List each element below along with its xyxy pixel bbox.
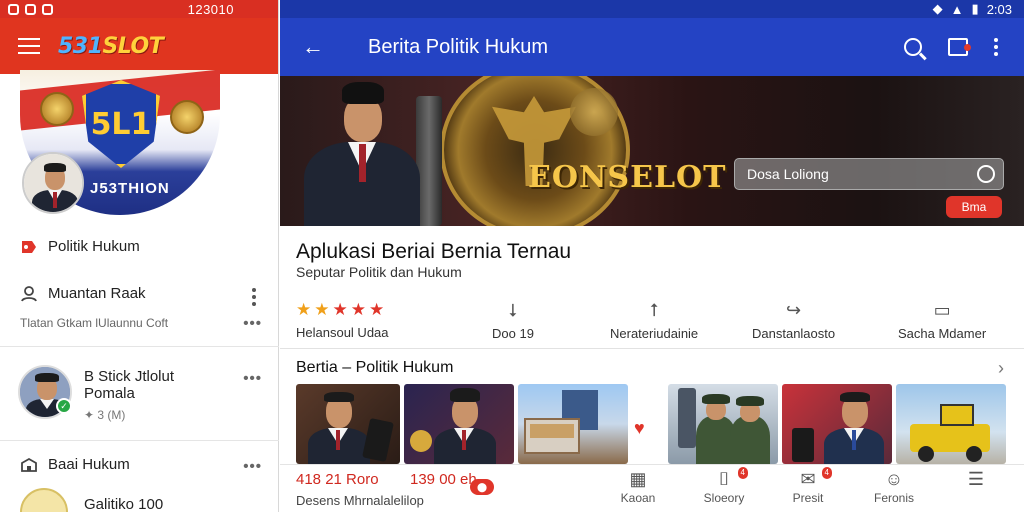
notification-pill: ⬤ <box>470 479 494 495</box>
brand-logo: 531SLOT <box>58 33 164 59</box>
more-horizontal-icon[interactable]: ••• <box>243 458 262 475</box>
heart-icon[interactable]: ♥ <box>634 418 645 439</box>
person-icon <box>20 285 38 302</box>
news-thumbnail[interactable] <box>896 384 1006 464</box>
sidebar-item-politik-hukum[interactable]: Politik Hukum <box>20 238 140 255</box>
verified-badge-icon: ✓ <box>56 398 72 414</box>
download-icon: ⭣ <box>508 300 518 320</box>
tab-badge: 4 <box>821 467 832 479</box>
left-status-bar: 123010 <box>0 0 278 18</box>
sidebar-item-sub: Tlatan Gtkam lUlaunnu Coft <box>20 316 169 330</box>
main-panel: ◆ ▲ ▮ 2:03 ← Berita Politik Hukum EONSEL… <box>280 0 1024 512</box>
page-title: Berita Politik Hukum <box>368 35 549 58</box>
wifi-icon: ◆ <box>932 1 943 16</box>
hero-brand: EONSELOT <box>528 160 727 195</box>
app-root: 123010 531SLOT 5L1 J53THION Politik Huku… <box>0 0 1024 512</box>
coin-icon <box>40 92 74 126</box>
sidebar-item-baai-hukum[interactable]: Baai Hukum <box>20 456 130 473</box>
menu-icon: ☰ <box>967 469 985 489</box>
left-drawer: 123010 531SLOT 5L1 J53THION Politik Huku… <box>0 0 279 512</box>
news-thumbnail[interactable] <box>404 384 514 464</box>
rating-stars[interactable]: ★ ★ ★ ★ ★ <box>296 300 384 320</box>
store-icon <box>20 457 38 473</box>
action-forward[interactable]: ↪ Danstanlaosto <box>752 300 835 341</box>
more-options-icon[interactable] <box>994 38 998 56</box>
tab-badge: 4 <box>737 467 748 479</box>
search-icon <box>977 165 995 183</box>
price-label: 139 00 eh <box>410 471 477 488</box>
action-share[interactable]: ⭡ Nerateriudainie <box>610 300 698 341</box>
star-icon: ★ <box>369 300 385 319</box>
avatar[interactable] <box>22 152 84 214</box>
section-title: Bertia – Politik Hukum <box>296 359 454 376</box>
star-icon: ★ <box>296 300 312 319</box>
share-icon: ⭡ <box>649 300 659 320</box>
sidebar-item-label: Muantan Raak <box>48 285 146 302</box>
status-icon <box>25 3 36 15</box>
more-options-icon[interactable] <box>252 288 256 306</box>
search-icon[interactable] <box>904 38 922 56</box>
sidebar-item-label: Politik Hukum <box>48 238 140 255</box>
status-icon <box>8 3 19 15</box>
battery-icon: ▮ <box>971 1 979 16</box>
search-input[interactable]: Dosa Loliong <box>734 158 1004 190</box>
status-time: 2:03 <box>986 1 1012 17</box>
top-app-bar: ← Berita Politik Hukum <box>280 18 1024 76</box>
list-avatar[interactable] <box>20 488 68 512</box>
chevron-right-icon[interactable]: › <box>998 358 1004 379</box>
hamburger-icon[interactable] <box>18 38 40 54</box>
bottom-nav: 418 21 Roro 139 00 eh ⬤ Desens Mhrnalale… <box>280 464 1024 512</box>
news-thumbnail[interactable] <box>782 384 892 464</box>
hero-person <box>298 80 428 226</box>
list-item-title[interactable]: Galitiko 100 <box>84 496 163 512</box>
bottom-sub-label: Desens Mhrnalalelilop <box>296 493 424 508</box>
action-downloads[interactable]: ⭣ Doo 19 <box>492 300 534 341</box>
hero-button[interactable]: Bma <box>946 196 1002 218</box>
sidebar-item-muantan-raak[interactable]: Muantan Raak <box>20 285 146 302</box>
tab-menu[interactable]: ☰ <box>946 469 1006 491</box>
tab-feronis[interactable]: ☺ Feronis <box>864 469 924 505</box>
app-title: Aplukasi Beriai Bernia Ternau <box>296 240 572 263</box>
status-icon <box>42 3 53 15</box>
star-icon: ★ <box>332 300 348 319</box>
news-thumbnail[interactable] <box>518 384 628 464</box>
tab-kaoan[interactable]: ▦ Kaoan <box>608 469 668 505</box>
story-title[interactable]: B Stick Jtlolut Pomala <box>84 368 214 402</box>
more-horizontal-icon[interactable]: ••• <box>243 370 262 387</box>
tab-sloeory[interactable]: ⌷ 4 Sloeory <box>694 467 754 505</box>
coin-icon <box>570 88 618 136</box>
signal-icon: ▲ <box>950 1 964 17</box>
cart-icon[interactable] <box>948 38 971 56</box>
app-subtitle: Seputar Politik dan Hukum <box>296 264 462 280</box>
banner-caption: J53THION <box>90 180 170 197</box>
star-icon: ★ <box>350 300 366 319</box>
tag-icon <box>20 239 38 255</box>
tab-presit[interactable]: ✉ 4 Presit <box>778 467 838 505</box>
right-status-bar: ◆ ▲ ▮ 2:03 <box>280 0 1024 18</box>
price-label: 418 21 Roro <box>296 471 379 488</box>
more-horizontal-icon[interactable]: ••• <box>243 315 262 332</box>
back-arrow-icon[interactable]: ← <box>302 34 324 60</box>
sidebar-item-label: Baai Hukum <box>48 456 130 473</box>
action-save[interactable]: ▭ Sacha Mdamer <box>898 300 986 341</box>
news-thumbnail[interactable] <box>668 384 778 464</box>
news-thumbnail[interactable] <box>296 384 400 464</box>
hero-banner: EONSELOT Dosa Loliong Bma <box>280 76 1024 226</box>
shield-logo: 5L1 <box>82 80 160 168</box>
grid-icon: ▦ <box>629 469 647 489</box>
left-app-bar: 531SLOT <box>0 18 278 74</box>
profile-icon: ☺ <box>884 469 904 489</box>
story-meta: ✦ 3 (M) <box>84 408 126 422</box>
status-time: 123010 <box>187 1 234 17</box>
forward-icon: ↪ <box>786 300 802 320</box>
star-icon: ★ <box>314 300 330 319</box>
folder-icon: ▭ <box>933 300 951 320</box>
coin-icon <box>170 100 204 134</box>
rating-label: Helansoul Udaa <box>296 325 389 340</box>
